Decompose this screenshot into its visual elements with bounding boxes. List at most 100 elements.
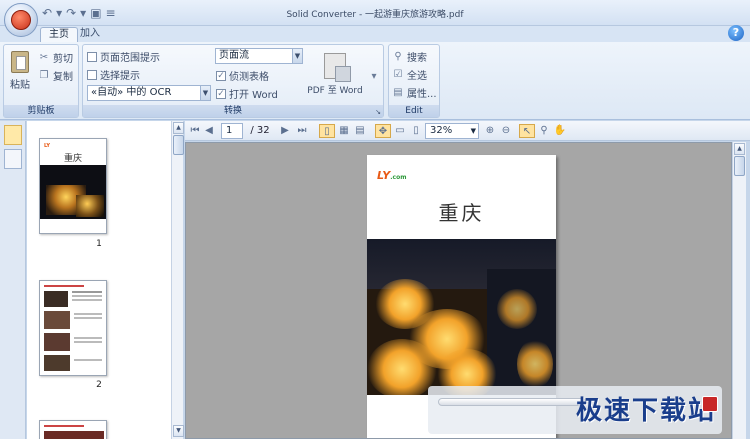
clipboard-group: 粘贴 ✂ 剪切 ❐ 复制 剪贴板 <box>3 44 79 118</box>
scroll-down-icon[interactable]: ▼ <box>173 425 184 437</box>
watermark-bar <box>438 398 586 406</box>
city-night-photo <box>367 239 556 395</box>
checkbox-unchecked-icon <box>87 51 97 62</box>
previous-page-icon[interactable]: ◀ <box>203 124 215 138</box>
ribbon-tabs: 主页 加入 <box>0 26 750 42</box>
properties-label: 属性... <box>407 89 437 100</box>
flow-value: 页面流 <box>219 50 249 61</box>
ocr-value: «自动» 中的 OCR <box>91 87 172 98</box>
search-label: 搜索 <box>407 53 427 64</box>
select-all-icon: ☑ <box>393 68 403 80</box>
page-number-input[interactable]: 1 <box>221 123 243 139</box>
chevron-down-icon: ▼ <box>200 86 210 100</box>
search-button[interactable]: ⚲ 搜索 <box>392 49 427 65</box>
grid-view-icon[interactable]: ▦ <box>337 124 351 138</box>
logo-subtext: .com <box>390 174 407 181</box>
thumb-title: 重庆 <box>63 154 82 164</box>
zoom-select[interactable]: 32% ▼ <box>425 123 479 139</box>
application-menu-button[interactable] <box>4 3 38 37</box>
pdf-to-word-icon <box>324 53 351 82</box>
scroll-up-icon[interactable]: ▲ <box>734 143 745 155</box>
ocr-select[interactable]: «自动» 中的 OCR ▼ <box>87 85 211 101</box>
thumbnail-page-1[interactable]: LY 重庆 <box>39 138 107 234</box>
binoculars-icon: ⚲ <box>394 50 402 62</box>
thumbnail-scrollbar[interactable]: ▲ ▼ <box>171 121 184 439</box>
hand-tool-icon[interactable]: ✋ <box>553 124 567 138</box>
document-scrollbar[interactable]: ▲ <box>732 142 746 439</box>
next-page-icon[interactable]: ▶ <box>279 124 291 138</box>
thumb-logo: LY <box>44 143 51 149</box>
thumbnail-number-2: 2 <box>96 380 102 390</box>
thumb-photo <box>40 165 106 219</box>
dialog-launcher-icon[interactable]: ↘ <box>375 108 381 116</box>
convert-group: 页面范围提示 选择提示 «自动» 中的 OCR ▼ 页面流 ▼ ✓ 侦测表格 ✓… <box>82 44 384 118</box>
clipboard-icon <box>11 51 29 73</box>
group-label-convert: 转换 <box>83 105 383 117</box>
zoom-value: 32% <box>430 125 453 136</box>
select-hint-checkbox[interactable]: 选择提示 <box>87 67 140 82</box>
pages-panel-icon[interactable] <box>4 125 22 145</box>
watermark-text: 极速下载站 <box>576 396 717 426</box>
properties-icon: ▤ <box>393 86 403 98</box>
page-total: / 32 <box>250 125 270 136</box>
watermark-badge-icon <box>702 396 718 412</box>
paste-button[interactable]: 粘贴 <box>8 51 32 91</box>
page-range-label: 页面范围提示 <box>100 53 160 64</box>
fit-page-icon[interactable]: ✥ <box>375 124 391 138</box>
page-heading: 重庆 <box>438 201 485 225</box>
chevron-down-icon: ▼ <box>470 127 476 135</box>
thumbnail-page-3[interactable] <box>39 420 107 439</box>
select-all-label: 全选 <box>407 71 427 82</box>
copy-button[interactable]: ❐ 复制 <box>38 68 73 84</box>
side-panel-strip <box>0 121 26 439</box>
select-all-button[interactable]: ☑ 全选 <box>392 67 427 83</box>
scissors-icon: ✂ <box>39 51 49 63</box>
logo: LY.com <box>377 169 406 182</box>
group-label-edit: Edit <box>389 105 439 117</box>
scroll-up-icon[interactable]: ▲ <box>173 122 184 134</box>
fit-width-icon[interactable]: ▭ <box>393 124 407 138</box>
thumbnail-number-1: 1 <box>96 239 102 249</box>
open-word-checkbox[interactable]: ✓ 打开 Word <box>216 86 278 101</box>
flow-select[interactable]: 页面流 ▼ <box>215 48 303 64</box>
zoom-tool-icon[interactable]: ⚲ <box>537 124 551 138</box>
detect-tables-checkbox[interactable]: ✓ 侦测表格 <box>216 68 269 83</box>
title-bar: ↶ ▾ ↷ ▾ ▣ ≡ Solid Converter - 一起游重庆旅游攻略.… <box>0 0 750 26</box>
pdf-to-word-label: PDF 至 Word <box>307 86 363 96</box>
thumbnail-view-icon[interactable]: ▤ <box>353 124 367 138</box>
fit-height-icon[interactable]: ▯ <box>409 124 423 138</box>
select-hint-label: 选择提示 <box>100 71 140 82</box>
last-page-icon[interactable]: ⏭ <box>295 124 309 138</box>
first-page-icon[interactable]: ⏮ <box>189 124 201 138</box>
cut-label: 剪切 <box>53 54 73 65</box>
scroll-thumb[interactable] <box>734 156 745 176</box>
pdf-to-word-dropdown[interactable]: ▾ <box>368 71 380 83</box>
zoom-out-icon[interactable]: ⊖ <box>499 124 513 138</box>
checkbox-checked-icon: ✓ <box>216 88 226 99</box>
properties-button[interactable]: ▤ 属性... <box>392 85 437 101</box>
select-arrow-icon[interactable]: ↖ <box>519 124 535 138</box>
open-word-label: 打开 Word <box>229 90 278 101</box>
chevron-down-icon: ▼ <box>292 49 302 63</box>
single-page-view-icon[interactable]: ▯ <box>319 124 335 138</box>
zoom-in-icon[interactable]: ⊕ <box>483 124 497 138</box>
edit-group: ⚲ 搜索 ☑ 全选 ▤ 属性... Edit <box>388 44 440 118</box>
logo-text: LY <box>377 169 391 182</box>
group-label-clipboard: 剪贴板 <box>4 105 78 117</box>
app-logo-icon <box>11 10 31 30</box>
thumbnail-page-2[interactable] <box>39 280 107 376</box>
cut-button[interactable]: ✂ 剪切 <box>38 50 73 66</box>
bookmarks-panel-icon[interactable] <box>4 149 22 169</box>
ribbon: 粘贴 ✂ 剪切 ❐ 复制 剪贴板 页面范围提示 选择提示 «自动» 中的 OCR… <box>0 42 750 120</box>
pdf-to-word-button[interactable]: PDF 至 Word <box>307 53 363 96</box>
tab-add[interactable]: 加入 <box>72 27 108 42</box>
navigation-toolbar: ⏮ ◀ 1 / 32 ▶ ⏭ ▯ ▦ ▤ ✥ ▭ ▯ 32% ▼ ⊕ ⊖ ↖ ⚲… <box>185 121 750 141</box>
copy-label: 复制 <box>53 72 73 83</box>
paste-label: 粘贴 <box>10 80 30 91</box>
checkbox-checked-icon: ✓ <box>216 70 226 81</box>
page-range-checkbox[interactable]: 页面范围提示 <box>87 49 160 64</box>
scroll-thumb[interactable] <box>173 135 184 155</box>
checkbox-unchecked-icon <box>87 69 97 80</box>
help-icon[interactable]: ? <box>728 25 744 41</box>
chevron-down-icon: ▾ <box>371 71 377 82</box>
